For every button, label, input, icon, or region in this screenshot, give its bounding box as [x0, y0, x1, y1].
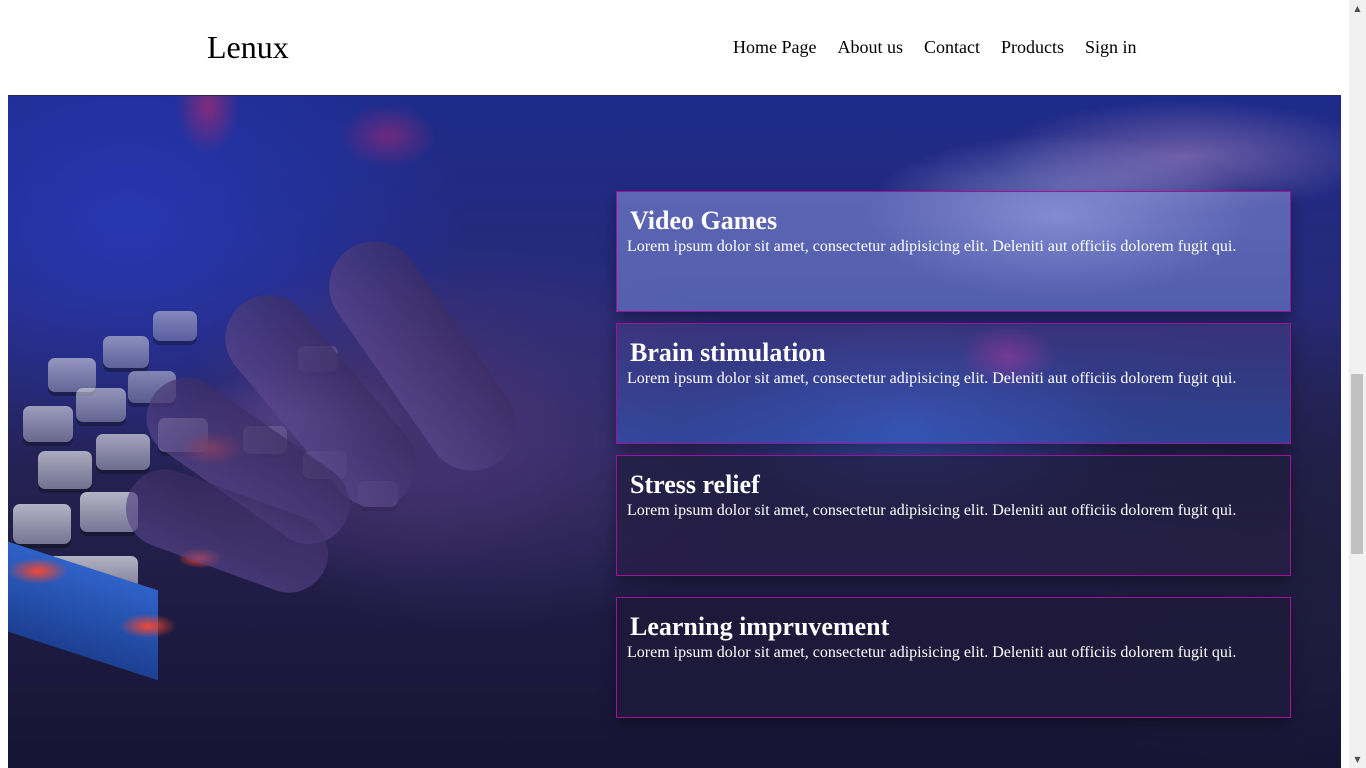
keyboard-red-glow — [120, 614, 176, 638]
scroll-up-arrow-icon[interactable]: ▲ — [1349, 0, 1366, 17]
site-header: Lenux Home Page About us Contact Product… — [0, 0, 1349, 95]
keyboard-key — [96, 434, 150, 470]
nav-contact[interactable]: Contact — [924, 36, 980, 58]
scrollbar-thumb[interactable] — [1351, 374, 1363, 554]
keyboard-key — [103, 336, 149, 368]
keyboard-key — [23, 406, 73, 442]
vertical-scrollbar[interactable]: ▲ ▼ — [1349, 0, 1366, 768]
site-logo[interactable]: Lenux — [207, 29, 289, 65]
feature-card-brain-stimulation: Brain stimulation Lorem ipsum dolor sit … — [616, 323, 1291, 444]
keyboard-key — [48, 358, 96, 392]
card-title: Stress relief — [630, 470, 760, 499]
keyboard-key — [13, 504, 71, 544]
card-text: Lorem ipsum dolor sit amet, consectetur … — [627, 644, 1237, 661]
card-title: Brain stimulation — [630, 338, 826, 367]
nav-products[interactable]: Products — [1001, 36, 1064, 58]
card-text: Lorem ipsum dolor sit amet, consectetur … — [627, 370, 1237, 387]
nav-about-us[interactable]: About us — [837, 36, 903, 58]
feature-card-video-games: Video Games Lorem ipsum dolor sit amet, … — [616, 191, 1291, 312]
card-title: Video Games — [630, 206, 778, 235]
card-text: Lorem ipsum dolor sit amet, consectetur … — [627, 502, 1237, 519]
scroll-down-arrow-icon[interactable]: ▼ — [1349, 751, 1366, 768]
nav-home-page[interactable]: Home Page — [733, 36, 816, 58]
card-title: Learning impruvement — [630, 612, 890, 641]
page: Lenux Home Page About us Contact Product… — [0, 0, 1366, 768]
main-nav: Home Page About us Contact Products Sign… — [733, 36, 1137, 58]
keyboard-red-glow — [8, 558, 68, 584]
nav-sign-in[interactable]: Sign in — [1085, 36, 1137, 58]
feature-card-stress-relief: Stress relief Lorem ipsum dolor sit amet… — [616, 455, 1291, 576]
feature-card-learning-impruvement: Learning impruvement Lorem ipsum dolor s… — [616, 597, 1291, 718]
hero-section: Video Games Lorem ipsum dolor sit amet, … — [8, 95, 1341, 768]
card-text: Lorem ipsum dolor sit amet, consectetur … — [627, 238, 1237, 255]
keyboard-key — [76, 388, 126, 422]
keyboard-key — [38, 451, 92, 489]
